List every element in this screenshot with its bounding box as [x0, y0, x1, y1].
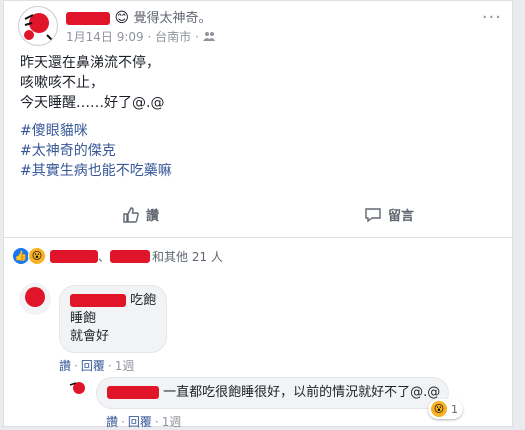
hashtag-link[interactable]: #太神奇的傑克 — [20, 141, 172, 161]
reply-actions: 讚 · 回覆 · 1週 — [106, 415, 182, 429]
comment-label: 留言 — [388, 209, 415, 224]
comment-bubble: 吃飽 睡飽 就會好 — [59, 285, 168, 353]
reply-bubble: 一直都吃很飽睡很好，以前的情況就好不了@.@ — [96, 377, 450, 409]
reactions-count-text[interactable]: 和其他 21 人 — [152, 248, 223, 265]
feeling-text: 覺得太神奇。 — [133, 11, 212, 26]
post-action-bar: 讚 留言 — [16, 201, 500, 233]
reply-reaction-badge[interactable]: 😮 1 — [428, 399, 463, 419]
audience-friends-icon[interactable] — [202, 30, 215, 44]
post-options-menu-icon[interactable]: ··· — [482, 7, 502, 28]
like-label: 讚 — [146, 209, 160, 224]
author-name-redacted[interactable] — [66, 11, 110, 25]
replier-name-redacted[interactable] — [107, 386, 159, 399]
post-location[interactable]: 台南市 — [155, 30, 191, 44]
comment-line: 就會好 — [70, 329, 110, 344]
commenter-avatar[interactable] — [19, 283, 51, 315]
comment-actions: 讚 · 回覆 · 1週 — [59, 359, 135, 373]
author-row: 😊 覺得太神奇。 — [66, 7, 212, 26]
comment-text: 吃飽 — [130, 293, 157, 308]
speech-bubble-icon — [365, 207, 381, 222]
comment-time[interactable]: 1週 — [115, 359, 135, 373]
wow-reaction-icon: 😮 — [28, 247, 46, 265]
like-button[interactable]: 讚 — [122, 205, 159, 224]
comment-reply-link[interactable]: 回覆 — [81, 359, 105, 373]
reactor-separator: 、 — [98, 249, 111, 264]
reactor-name-redacted[interactable] — [50, 249, 98, 263]
hashtag-link[interactable]: #其實生病也能不吃藥嘛 — [20, 161, 172, 181]
replier-avatar[interactable] — [68, 379, 88, 399]
commenter-name-redacted[interactable] — [70, 294, 126, 307]
hashtag-list: #傻眼貓咪 #太神奇的傑克 #其實生病也能不吃藥嘛 — [20, 121, 172, 181]
post-line: 今天睡醒……好了@.@ — [20, 95, 165, 111]
post-line: 昨天還在鼻涕流不停， — [20, 55, 160, 71]
post-card: 😊 覺得太神奇。 1月14日 9:09 · 台南市 · ··· 昨天還在鼻涕流不… — [3, 0, 513, 429]
reactor-name-redacted[interactable] — [110, 249, 151, 263]
comment-button[interactable]: 留言 — [364, 205, 414, 224]
reactions-summary[interactable]: 👍 😮 、 和其他 21 人 — [12, 247, 223, 265]
comment-line: 睡飽 — [70, 311, 97, 326]
thumbs-up-icon — [123, 206, 139, 223]
wow-reaction-icon: 😮 — [430, 400, 448, 418]
post-timestamp[interactable]: 1月14日 9:09 — [66, 30, 144, 44]
post-meta: 1月14日 9:09 · 台南市 · — [66, 28, 215, 45]
post-line: 咳嗽咳不止， — [20, 75, 104, 91]
author-avatar[interactable] — [18, 6, 58, 46]
reply-text: 一直都吃很飽睡很好，以前的情況就好不了@.@ — [163, 385, 441, 400]
post-body: 昨天還在鼻涕流不停， 咳嗽咳不止， 今天睡醒……好了@.@ — [20, 53, 164, 113]
divider — [4, 237, 512, 238]
feeling-emoji-icon: 😊 — [114, 10, 130, 26]
comment-like-link[interactable]: 讚 — [59, 359, 71, 373]
hashtag-link[interactable]: #傻眼貓咪 — [20, 121, 172, 141]
reply-reaction-count: 1 — [451, 402, 458, 416]
